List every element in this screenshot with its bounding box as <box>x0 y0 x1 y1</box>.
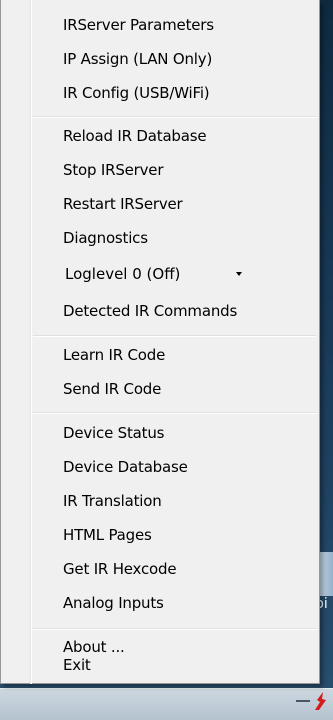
menu-item-ip-assign[interactable]: IP Assign (LAN Only) <box>4 46 316 76</box>
loglevel-select[interactable]: Loglevel 0 (Off) <box>61 261 257 287</box>
loglevel-value: Loglevel 0 (Off) <box>65 265 181 283</box>
menu-item-restart-irserver[interactable]: Restart IRServer <box>4 191 316 221</box>
menu-separator <box>33 628 316 630</box>
menu-item-label: Detected IR Commands <box>63 302 238 320</box>
menu-separator <box>33 116 316 118</box>
menu-item-ir-config[interactable]: IR Config (USB/WiFi) <box>4 80 316 110</box>
menu-item-html-pages[interactable]: HTML Pages <box>4 522 316 552</box>
menu-item-label: Device Status <box>63 424 165 442</box>
menu-item-diagnostics[interactable]: Diagnostics <box>4 225 316 255</box>
menu-item-send-ir-code[interactable]: Send IR Code <box>4 376 316 406</box>
menu-item-label: IP Assign (LAN Only) <box>63 50 213 68</box>
menu-item-label: Diagnostics <box>63 229 148 247</box>
menu-item-stop-irserver[interactable]: Stop IRServer <box>4 157 316 187</box>
menu-item-label: IR Config (USB/WiFi) <box>63 84 210 102</box>
menu-item-get-ir-hexcode[interactable]: Get IR Hexcode <box>4 556 316 586</box>
menu-item-label: Get IR Hexcode <box>63 560 177 578</box>
menu-item-label: IR Translation <box>63 492 162 510</box>
menu-item-label: Reload IR Database <box>63 127 207 145</box>
menu-item-device-status[interactable]: Device Status <box>4 420 316 450</box>
menu-item-label: Send IR Code <box>63 380 162 398</box>
menu-item-label: HTML Pages <box>63 526 152 544</box>
menu-item-reload-ir-database[interactable]: Reload IR Database <box>4 123 316 153</box>
menu-item-analog-inputs[interactable]: Analog Inputs <box>4 590 316 620</box>
menu-item-label: Learn IR Code <box>63 346 166 364</box>
menu-item-detected-ir-commands[interactable]: Detected IR Commands <box>4 298 316 328</box>
menu-item-learn-ir-code[interactable]: Learn IR Code <box>4 342 316 372</box>
menu-item-ir-translation[interactable]: IR Translation <box>4 488 316 518</box>
menu-item-label: Restart IRServer <box>63 195 183 213</box>
menu-item-irserver-parameters[interactable]: IRServer Parameters <box>4 12 316 42</box>
irtrans-tray-icon[interactable] <box>312 690 330 712</box>
menu-separator <box>33 412 316 414</box>
menu-item-label: Exit <box>63 656 91 674</box>
context-menu: IRServer Parameters IP Assign (LAN Only)… <box>0 0 320 684</box>
menu-item-label: About ... <box>63 638 125 656</box>
tray-minimize-bar <box>296 700 310 702</box>
menu-item-label: Stop IRServer <box>63 161 164 179</box>
menu-item-device-database[interactable]: Device Database <box>4 454 316 484</box>
menu-separator <box>33 335 316 337</box>
irtrans-tray-glyph <box>315 692 326 710</box>
taskbar <box>0 688 333 720</box>
menu-item-label: Analog Inputs <box>63 594 164 612</box>
menu-item-label: IRServer Parameters <box>63 16 214 34</box>
menu-item-label: Device Database <box>63 458 188 476</box>
menu-item-exit[interactable]: Exit <box>4 656 316 682</box>
chevron-down-icon <box>236 272 242 276</box>
